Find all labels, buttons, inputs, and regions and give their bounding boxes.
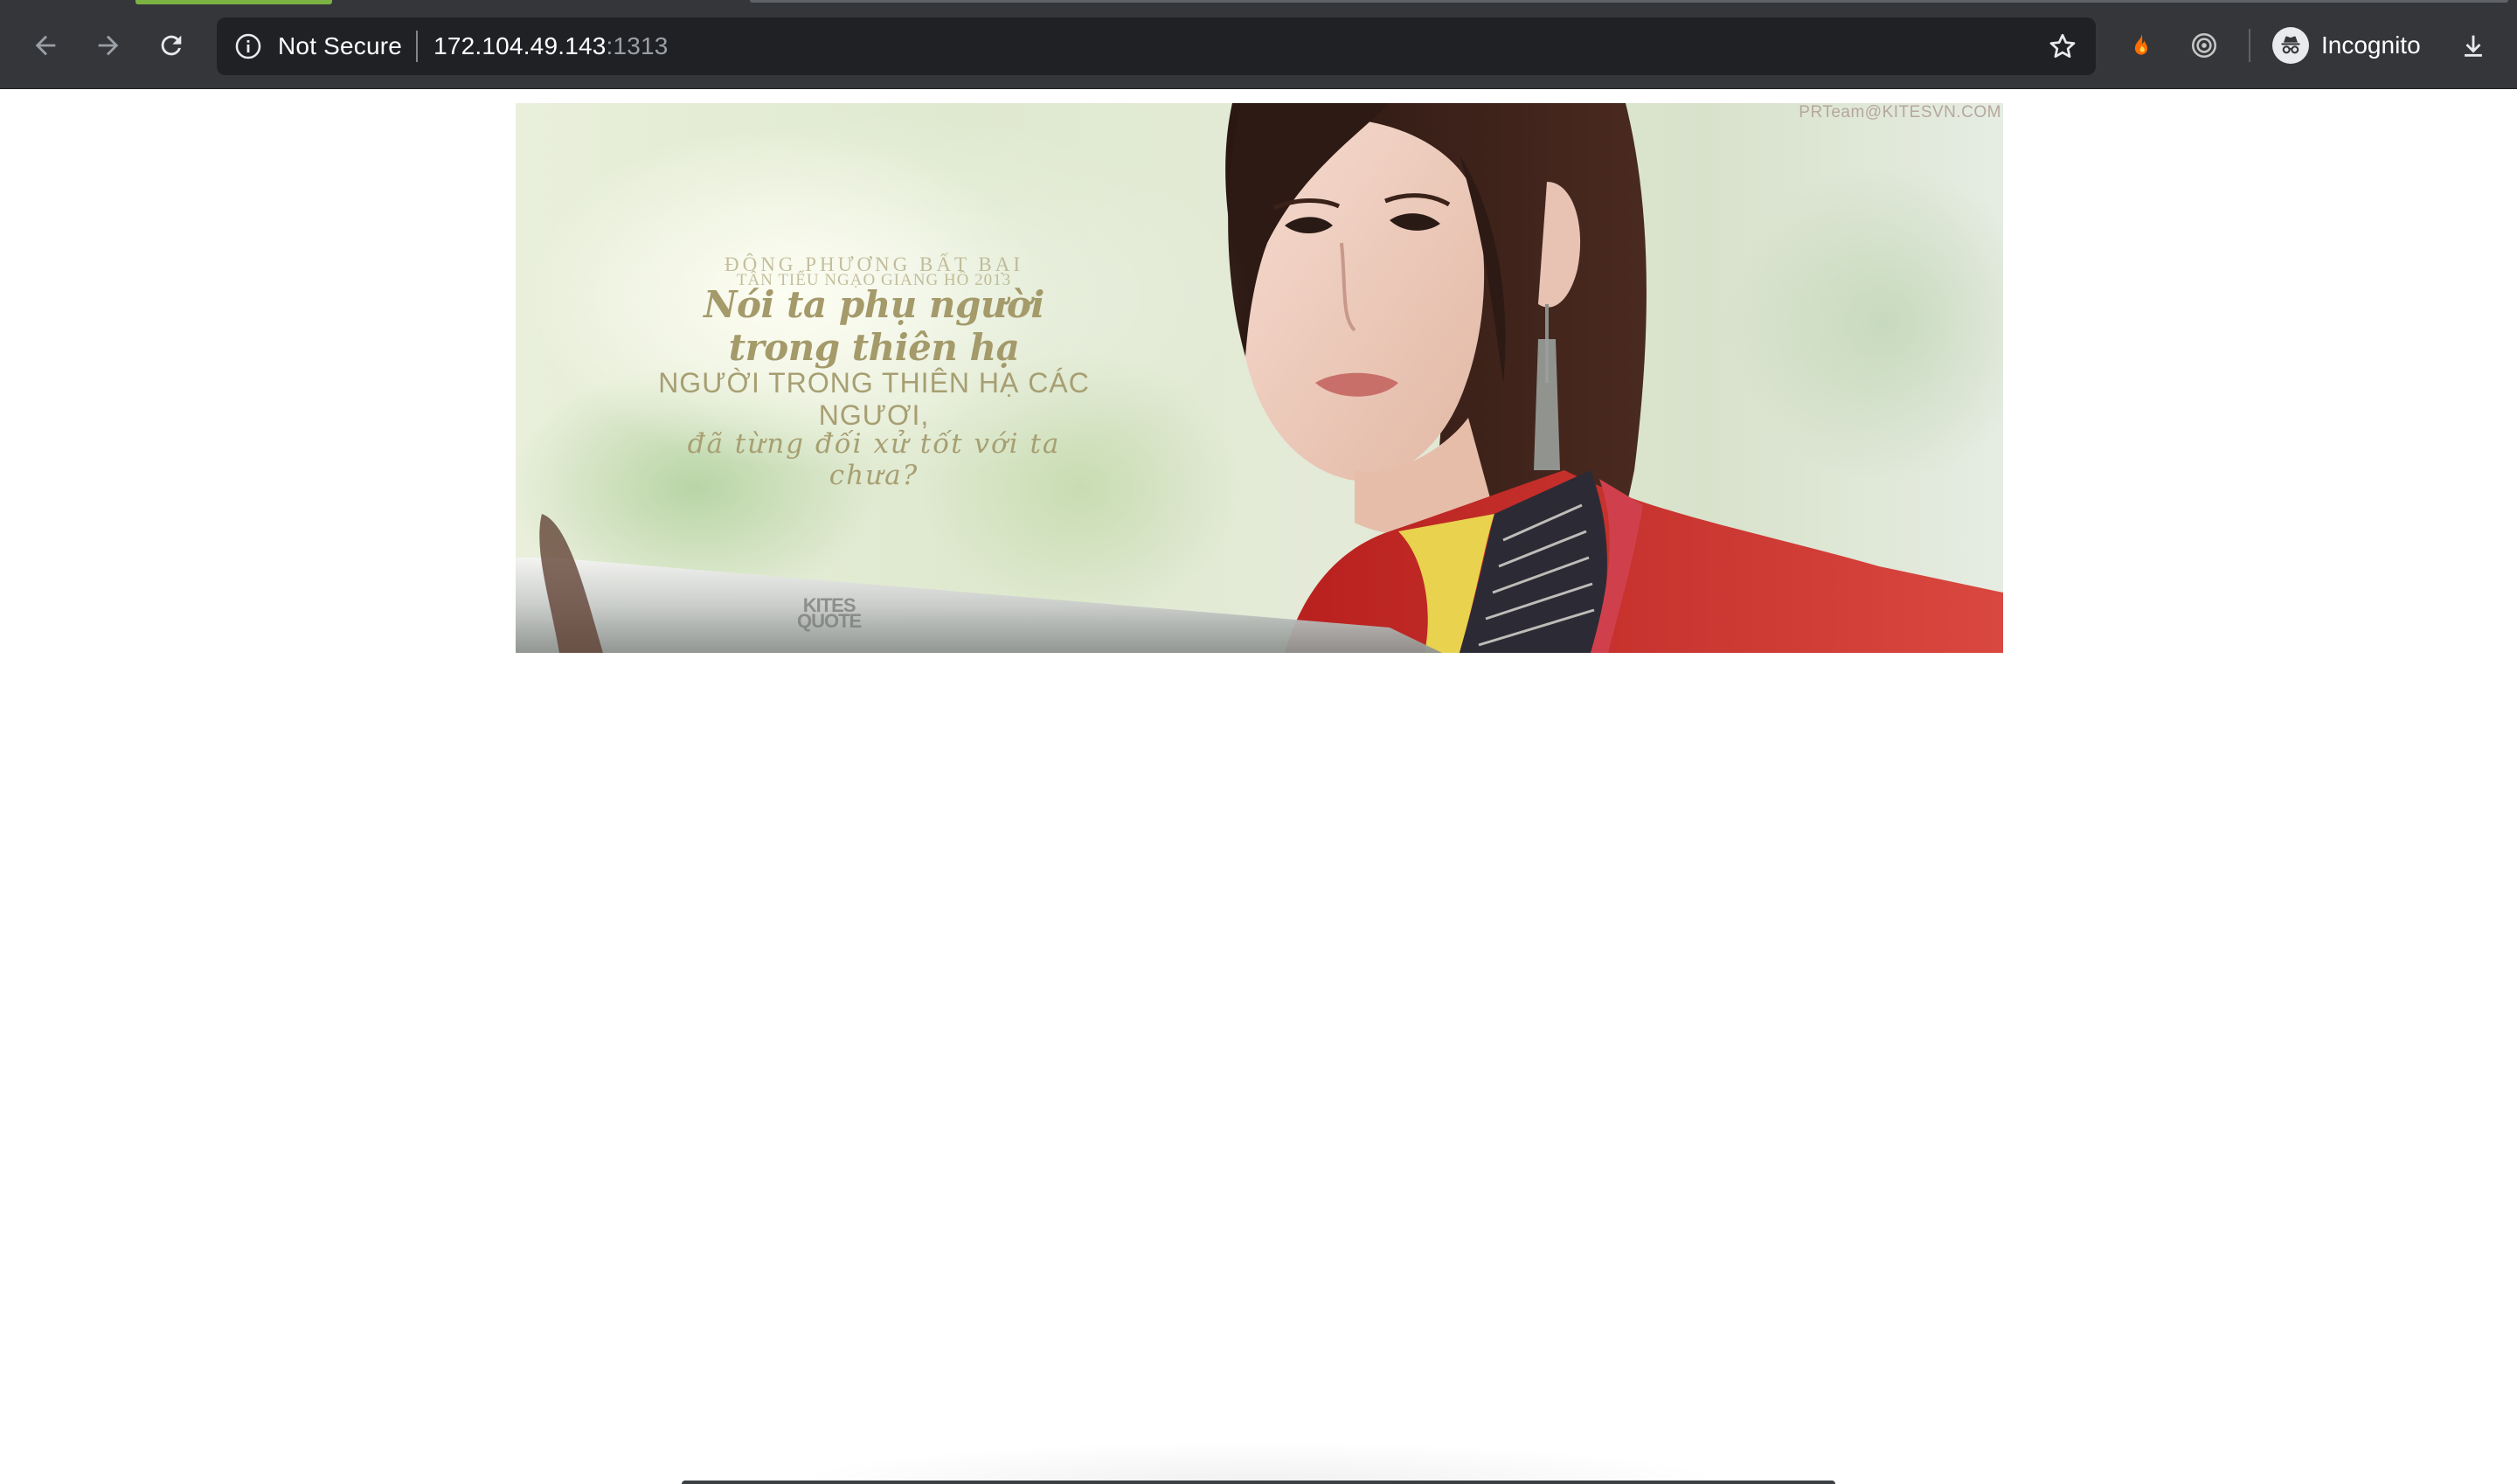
bookmark-button[interactable] (2045, 29, 2080, 64)
browser-toolbar: Not Secure 172.104.49.143:1313 Incognito (0, 0, 2517, 89)
arrow-left-icon (35, 35, 56, 56)
bottom-shadow (664, 1390, 1853, 1484)
toolbar-separator (2249, 29, 2250, 62)
quote-line-4: NGƯỜI TRONG THIÊN HẠ CÁC NGƯƠI, (658, 367, 1090, 431)
download-button[interactable] (2454, 26, 2493, 65)
star-icon (2049, 33, 2076, 59)
info-icon[interactable] (232, 31, 264, 62)
extension-button-fire[interactable] (2122, 26, 2160, 65)
incognito-label: Incognito (2321, 31, 2421, 59)
quote-line-2: TÂN TIẾU NGẠO GIANG HỒ 2013 (736, 271, 1012, 289)
extension-button-target[interactable] (2185, 26, 2223, 65)
quote-line-5: đã từng đối xử tốt với ta chưa? (687, 428, 1061, 491)
url-host: 172.104.49.143 (433, 32, 607, 59)
target-icon (2191, 32, 2217, 59)
incognito-icon (2272, 27, 2309, 64)
reload-icon (161, 35, 182, 56)
address-bar[interactable]: Not Secure 172.104.49.143:1313 (217, 17, 2096, 75)
security-status-label[interactable]: Not Secure (278, 32, 402, 60)
page-load-progress (135, 0, 332, 4)
fire-icon (2134, 32, 2148, 55)
back-button[interactable] (21, 21, 70, 70)
kites-quote-logo: KITES QUOTE (797, 596, 862, 632)
profile-button[interactable]: Incognito (2272, 23, 2421, 68)
forward-button[interactable] (84, 21, 133, 70)
url-text[interactable]: 172.104.49.143:1313 (433, 32, 669, 60)
reload-button[interactable] (147, 21, 196, 70)
tab-strip-edge (750, 0, 2508, 3)
download-icon (2465, 35, 2482, 57)
header-banner-image: PRTeam@KITESVN.COM ĐÔNG PHƯƠNG BẤT BẠI T… (516, 103, 2003, 653)
banner-watermark: PRTeam@KITESVN.COM (1799, 103, 2001, 121)
omnibox-divider (416, 31, 419, 62)
banner-quote: ĐÔNG PHƯƠNG BẤT BẠI TÂN TIẾU NGẠO GIANG … (647, 253, 1101, 491)
logo-bottom-text: QUOTE (797, 610, 862, 632)
bottom-panel-edge (682, 1481, 1835, 1484)
url-port: :1313 (606, 32, 669, 59)
quote-line-3: Nói ta phụ người trong thiên hạ (704, 283, 1044, 369)
arrow-right-icon (98, 35, 119, 56)
